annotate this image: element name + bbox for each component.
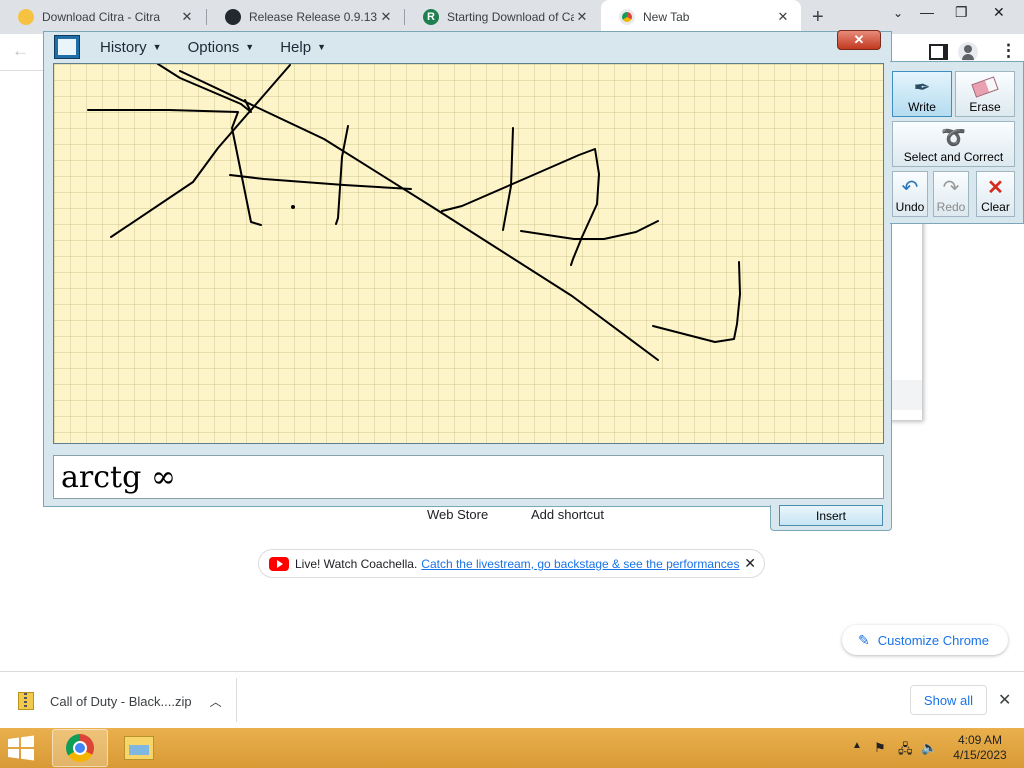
tab-title: Starting Download of Ca (447, 10, 574, 24)
github-icon (225, 9, 241, 25)
tab-title: Download Citra - Citra (42, 10, 161, 24)
clear-button[interactable]: ✕ Clear (976, 171, 1015, 217)
write-tool-button[interactable]: ✒ Write (892, 71, 952, 117)
new-tab-button[interactable]: + (812, 6, 824, 29)
tab-close-icon[interactable]: ✕ (574, 9, 590, 25)
pen-icon: ✒ (913, 77, 931, 99)
network-icon[interactable]: 🖧 (898, 740, 913, 762)
redo-label: Redo (936, 200, 966, 214)
undo-label: Undo (895, 200, 925, 214)
math-input-close-button[interactable]: ✕ (837, 30, 881, 50)
customize-label: Customize Chrome (877, 632, 989, 648)
tab-search-icon[interactable]: ⌄ (893, 6, 903, 20)
menu-help[interactable]: Help ▼ (280, 39, 326, 56)
clock-date: 4/15/2023 (953, 748, 1007, 762)
taskbar-clock[interactable]: 4:09 AM 4/15/2023 (940, 733, 1020, 763)
chrome-icon (619, 9, 635, 25)
handwriting-strokes (87, 64, 741, 361)
promo-banner: Live! Watch Coachella. Catch the livestr… (258, 549, 765, 578)
redo-button[interactable]: ↷ Redo (933, 171, 969, 217)
caret-down-icon: ▼ (152, 42, 162, 52)
menu-history-label: History (100, 38, 147, 56)
erase-label: Erase (969, 100, 1001, 114)
math-input-app-icon (54, 35, 80, 59)
restore-button[interactable]: ❐ (955, 4, 968, 21)
r-icon: R (423, 9, 439, 25)
chrome-menu-icon[interactable]: ⋮ (1000, 41, 1017, 61)
writing-area[interactable] (53, 63, 884, 444)
tab-close-icon[interactable]: ✕ (378, 9, 394, 25)
back-arrow-icon[interactable]: ← (12, 41, 29, 61)
erase-tool-button[interactable]: Erase (955, 71, 1015, 117)
math-input-frame: History ▼ Options ▼ Help ▼ ✕ arctg ∞ (43, 30, 892, 507)
promo-close-icon[interactable]: ✕ (744, 555, 756, 572)
undo-button[interactable]: ↶ Undo (892, 171, 928, 217)
tab-starting-download[interactable]: R Starting Download of Ca ✕ (405, 0, 600, 34)
tab-close-icon[interactable]: ✕ (179, 9, 195, 25)
clear-label: Clear (981, 200, 1010, 214)
tab-title: Release Release 0.9.13 · T (249, 10, 378, 24)
close-window-button[interactable]: ✕ (993, 4, 1005, 21)
tab-release[interactable]: Release Release 0.9.13 · T ✕ (207, 0, 404, 34)
profile-avatar-icon[interactable] (958, 42, 978, 62)
math-input-panel: History ▼ Options ▼ Help ▼ ✕ arctg ∞ Ins… (43, 30, 892, 531)
menu-history[interactable]: History ▼ (100, 39, 162, 56)
tab-strip: Download Citra - Citra ✕ Release Release… (0, 0, 1024, 34)
tab-close-icon[interactable]: ✕ (775, 9, 791, 25)
math-input-menubar: History ▼ Options ▼ Help ▼ (44, 32, 834, 62)
side-panel-icon[interactable] (929, 44, 948, 60)
show-hidden-icons[interactable]: ▲ (852, 740, 862, 751)
promo-lead: Live! Watch Coachella. (295, 556, 418, 571)
clock-time: 4:09 AM (957, 733, 1003, 747)
menu-options-label: Options (187, 38, 240, 56)
caret-down-icon: ▼ (245, 42, 255, 52)
citra-icon (18, 9, 34, 25)
customize-chrome-button[interactable]: ✎ Customize Chrome (842, 625, 1008, 655)
taskbar-chrome[interactable] (52, 729, 108, 767)
write-label: Write (908, 100, 936, 114)
chevron-up-icon[interactable]: ︿ (210, 693, 222, 710)
select-correct-label: Select and Correct (903, 150, 1004, 164)
eraser-icon (971, 76, 999, 100)
action-center-flag-icon[interactable]: ⚑ (874, 740, 886, 756)
menu-help-label: Help (280, 38, 312, 56)
math-input-toolbox: ✒ Write Erase ➰ Select and Correct ↶ Und… (890, 61, 1024, 224)
download-item[interactable]: Call of Duty - Black....zip ︿ (18, 692, 222, 710)
download-shelf: Call of Duty - Black....zip ︿ Show all ✕ (0, 671, 1024, 729)
windows-start-icon[interactable] (6, 735, 36, 761)
zip-file-icon (18, 692, 34, 710)
select-correct-button[interactable]: ➰ Select and Correct (892, 121, 1015, 167)
lasso-icon: ➰ (941, 127, 966, 149)
pencil-icon: ✎ (858, 631, 870, 648)
chrome-icon (66, 734, 94, 762)
tab-title: New Tab (643, 10, 690, 24)
insert-button[interactable]: Insert (779, 505, 883, 526)
folder-icon (124, 736, 154, 760)
redo-icon: ↷ (942, 177, 960, 199)
menu-options[interactable]: Options ▼ (188, 39, 255, 56)
insert-tab: Insert (770, 505, 892, 531)
close-shelf-icon[interactable]: ✕ (998, 690, 1011, 710)
tab-new-tab[interactable]: New Tab ✕ (601, 0, 801, 34)
clear-icon: ✕ (987, 177, 1004, 199)
taskbar: ▲ ⚑ 🖧 🔈 4:09 AM 4/15/2023 (0, 728, 1024, 768)
tab-download-citra[interactable]: Download Citra - Citra ✕ (0, 0, 205, 34)
minimize-button[interactable]: — (920, 4, 934, 20)
youtube-icon (269, 556, 289, 571)
undo-icon: ↶ (901, 177, 919, 199)
caret-down-icon: ▼ (317, 42, 326, 52)
show-all-button[interactable]: Show all (910, 685, 987, 715)
taskbar-file-explorer[interactable] (112, 729, 168, 767)
volume-muted-icon[interactable]: 🔈 (921, 740, 937, 756)
download-filename: Call of Duty - Black....zip (50, 693, 192, 709)
recognized-preview: arctg ∞ (53, 455, 884, 499)
promo-link[interactable]: Catch the livestream, go backstage & see… (421, 557, 739, 571)
